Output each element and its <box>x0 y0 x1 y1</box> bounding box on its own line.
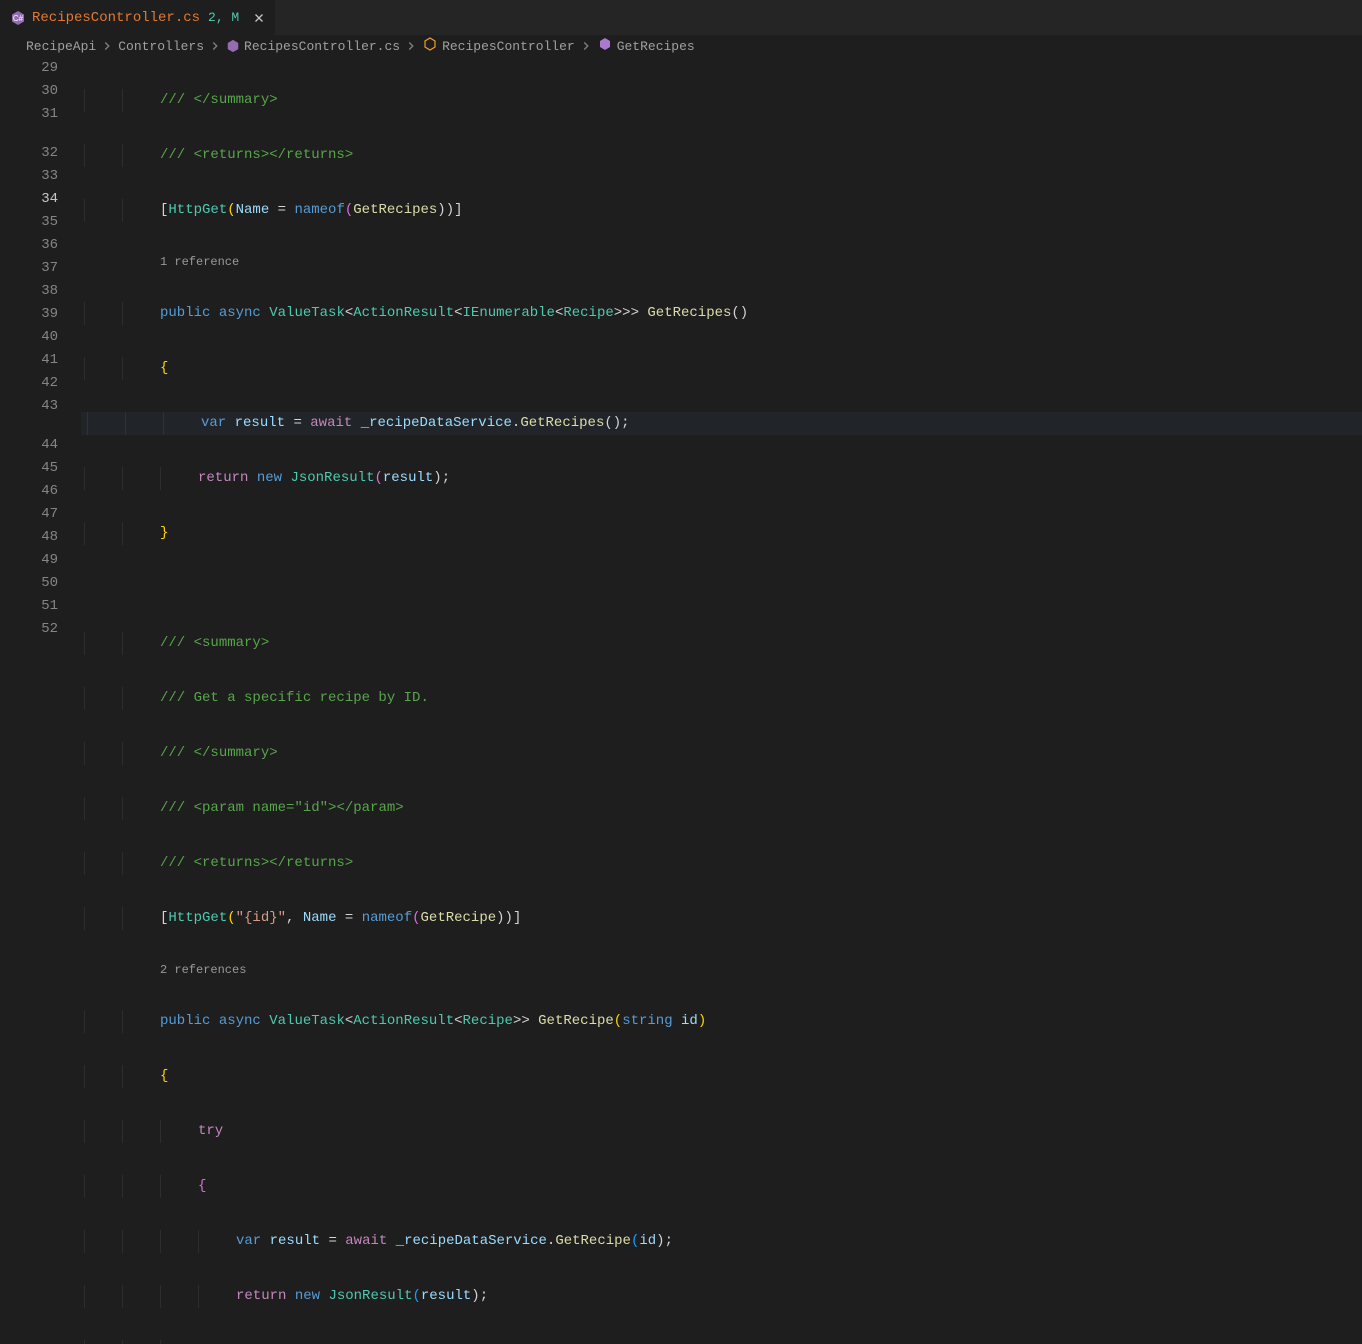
codelens-references[interactable]: 2 references <box>78 962 1362 978</box>
line-number[interactable]: 46 <box>0 480 78 503</box>
line-number[interactable]: 49 <box>0 549 78 572</box>
line-number[interactable]: 34 <box>0 188 78 211</box>
tab-status-badge: 2, M <box>208 10 239 25</box>
breadcrumb[interactable]: RecipeApi Controllers RecipesController.… <box>0 35 1362 57</box>
line-number[interactable]: 50 <box>0 572 78 595</box>
breadcrumb-folder[interactable]: Controllers <box>118 39 204 54</box>
line-number[interactable]: 51 <box>0 595 78 618</box>
line-number[interactable]: 37 <box>0 257 78 280</box>
code-line[interactable]: /// <returns></returns> <box>78 144 1362 167</box>
code-line[interactable]: return new JsonResult(result); <box>78 467 1362 490</box>
tab-recipes-controller[interactable]: C# RecipesController.cs 2, M <box>0 0 276 35</box>
chevron-right-icon <box>208 39 222 53</box>
chevron-right-icon <box>404 39 418 53</box>
breadcrumb-class[interactable]: RecipesController <box>422 36 575 56</box>
line-number[interactable]: 44 <box>0 434 78 457</box>
code-line[interactable]: return new JsonResult(result); <box>78 1285 1362 1308</box>
code-line[interactable]: /// <returns></returns> <box>78 852 1362 875</box>
code-line[interactable]: /// <param name="id"></param> <box>78 797 1362 820</box>
code-line[interactable]: [HttpGet(Name = nameof(GetRecipes))] <box>78 199 1362 222</box>
line-number[interactable]: 45 <box>0 457 78 480</box>
code-line[interactable]: public async ValueTask<ActionResult<IEnu… <box>78 302 1362 325</box>
breadcrumb-method[interactable]: GetRecipes <box>597 36 695 56</box>
gutter: 29 30 31 32 33 34 35 36 37 38 39 40 41 4… <box>0 57 78 672</box>
chevron-right-icon <box>579 39 593 53</box>
csharp-file-icon <box>226 39 240 53</box>
line-number[interactable]: 32 <box>0 142 78 165</box>
code-line-active[interactable]: var result = await _recipeDataService.Ge… <box>78 412 1362 435</box>
line-number[interactable]: 31 <box>0 103 78 126</box>
breadcrumb-class-label: RecipesController <box>442 39 575 54</box>
code-line[interactable]: { <box>78 1175 1362 1198</box>
line-number[interactable]: 30 <box>0 80 78 103</box>
line-number[interactable]: 33 <box>0 165 78 188</box>
line-number[interactable]: 40 <box>0 326 78 349</box>
tab-close-icon[interactable] <box>251 10 267 26</box>
breadcrumb-folder[interactable]: RecipeApi <box>26 39 96 54</box>
line-number[interactable]: 48 <box>0 526 78 549</box>
code-line[interactable]: public async ValueTask<ActionResult<Reci… <box>78 1010 1362 1033</box>
code-line[interactable]: /// </summary> <box>78 89 1362 112</box>
tab-label: RecipesController.cs <box>32 10 200 26</box>
code-line[interactable]: /// </summary> <box>78 742 1362 765</box>
code-line[interactable]: var result = await _recipeDataService.Ge… <box>78 1230 1362 1253</box>
line-number[interactable]: 41 <box>0 349 78 372</box>
line-number[interactable]: 29 <box>0 57 78 80</box>
line-number[interactable]: 38 <box>0 280 78 303</box>
codelens-references[interactable]: 1 reference <box>78 254 1362 270</box>
code-line[interactable]: { <box>78 1065 1362 1088</box>
tab-bar: C# RecipesController.cs 2, M <box>0 0 1362 35</box>
code-line[interactable]: { <box>78 357 1362 380</box>
code-line[interactable]: try <box>78 1120 1362 1143</box>
code-line[interactable]: } <box>78 1340 1362 1344</box>
csharp-file-icon: C# <box>10 10 26 26</box>
line-number[interactable]: 39 <box>0 303 78 326</box>
breadcrumb-file-label: RecipesController.cs <box>244 39 400 54</box>
line-number[interactable]: 35 <box>0 211 78 234</box>
method-icon <box>597 36 613 56</box>
class-icon <box>422 36 438 56</box>
line-number[interactable]: 36 <box>0 234 78 257</box>
line-number[interactable]: 52 <box>0 618 78 641</box>
line-number[interactable]: 47 <box>0 503 78 526</box>
code-line[interactable]: [HttpGet("{id}", Name = nameof(GetRecipe… <box>78 907 1362 930</box>
svg-text:C#: C# <box>13 14 24 23</box>
code-area[interactable]: /// </summary> /// <returns></returns> [… <box>78 57 1362 672</box>
chevron-right-icon <box>100 39 114 53</box>
breadcrumb-method-label: GetRecipes <box>617 39 695 54</box>
code-line[interactable]: /// <summary> <box>78 632 1362 655</box>
code-editor[interactable]: 29 30 31 32 33 34 35 36 37 38 39 40 41 4… <box>0 57 1362 672</box>
breadcrumb-file[interactable]: RecipesController.cs <box>226 39 400 54</box>
code-line[interactable] <box>78 577 1362 600</box>
code-line[interactable]: } <box>78 522 1362 545</box>
line-number[interactable]: 43 <box>0 395 78 418</box>
line-number[interactable]: 42 <box>0 372 78 395</box>
code-line[interactable]: /// Get a specific recipe by ID. <box>78 687 1362 710</box>
